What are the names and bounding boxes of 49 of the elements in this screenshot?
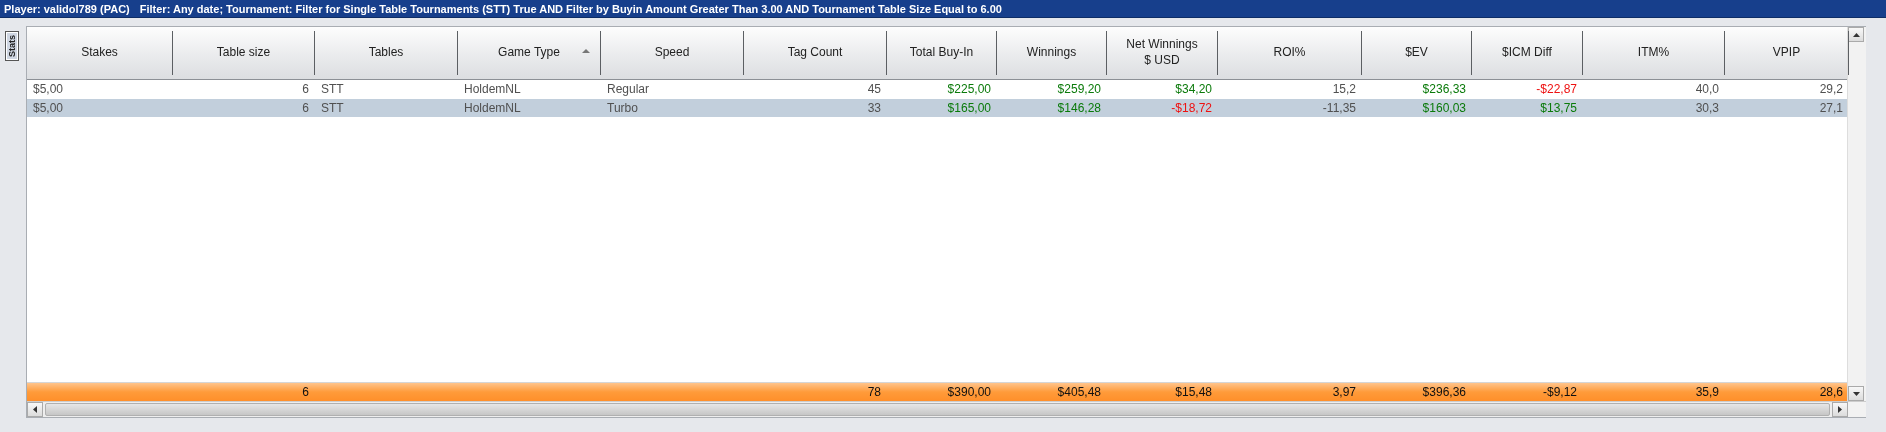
column-header[interactable]: ITM% bbox=[1583, 31, 1725, 75]
scroll-up-button[interactable] bbox=[1848, 27, 1864, 42]
player-label: Player: validol789 (PAC) bbox=[4, 2, 130, 15]
scroll-right-button[interactable] bbox=[1832, 402, 1848, 417]
table-cell: 30,3 bbox=[1583, 99, 1725, 118]
table-cell: Turbo bbox=[601, 99, 744, 118]
total-cell-text: $405,48 bbox=[1056, 384, 1102, 401]
column-header[interactable]: Game Type bbox=[458, 31, 601, 75]
column-header[interactable]: Table size bbox=[173, 31, 315, 75]
total-cell-text: 28,6 bbox=[1818, 384, 1844, 401]
table-cell: STT bbox=[315, 99, 458, 118]
column-header[interactable]: Tag Count bbox=[744, 31, 887, 75]
scroll-down-button[interactable] bbox=[1848, 386, 1864, 401]
total-cell-text: 78 bbox=[866, 384, 882, 401]
column-header[interactable]: $EV bbox=[1362, 31, 1472, 75]
table-cell: $165,00 bbox=[887, 99, 997, 118]
down-arrow-icon bbox=[1852, 391, 1860, 396]
stats-tab[interactable]: Stats bbox=[5, 31, 19, 61]
table-cell: 33 bbox=[744, 99, 887, 118]
table-cell: $146,28 bbox=[997, 99, 1107, 118]
total-cell-text: $15,48 bbox=[1174, 384, 1213, 401]
up-arrow-icon bbox=[1852, 32, 1860, 37]
table-cell: $13,75 bbox=[1472, 99, 1583, 118]
total-cell-text: $396,36 bbox=[1421, 384, 1467, 401]
column-header[interactable]: Net Winnings $ USD bbox=[1107, 31, 1218, 75]
right-arrow-icon bbox=[1838, 406, 1842, 413]
total-cell-text: 6 bbox=[301, 384, 310, 401]
table-cell: 6 bbox=[173, 99, 315, 118]
filter-description: Filter: Any date; Tournament: Filter for Single Table Tournaments (STT) True AND Filter by Buyin Amount Greater Than 3.00 AND Tournament Table Size Equal to 6.00 bbox=[139, 2, 1002, 15]
column-header[interactable]: Tables bbox=[315, 31, 458, 75]
total-cell-text: 35,9 bbox=[1694, 384, 1720, 401]
column-header[interactable]: Total Buy-In bbox=[887, 31, 997, 75]
table-cell: $160,03 bbox=[1362, 99, 1472, 118]
column-header[interactable]: Winnings bbox=[997, 31, 1107, 75]
scroll-left-button[interactable] bbox=[27, 402, 43, 417]
table-cell: -$18,72 bbox=[1107, 99, 1218, 118]
table-cell: $5,00 bbox=[27, 99, 173, 118]
column-header[interactable]: ROI% bbox=[1218, 31, 1362, 75]
table-cell: -11,35 bbox=[1218, 99, 1362, 118]
total-cell-text: 3,97 bbox=[1331, 384, 1357, 401]
table-cell: HoldemNL bbox=[458, 99, 601, 118]
column-header[interactable]: Stakes bbox=[27, 31, 173, 75]
table-row[interactable]: $5,00 6 STT HoldemNL Turbo 33 $165,00 $146,28 -$18,72 -11,35 $160,03 $13,75 30,3 27,1 bbox=[27, 99, 1847, 118]
horizontal-scrollbar-thumb[interactable] bbox=[45, 403, 1830, 416]
total-cell-text: $390,00 bbox=[946, 384, 992, 401]
total-cell-text: -$9,12 bbox=[1541, 384, 1578, 401]
column-header[interactable]: $ICM Diff bbox=[1472, 31, 1583, 75]
column-header[interactable]: Speed bbox=[601, 31, 744, 75]
left-arrow-icon bbox=[33, 406, 37, 413]
